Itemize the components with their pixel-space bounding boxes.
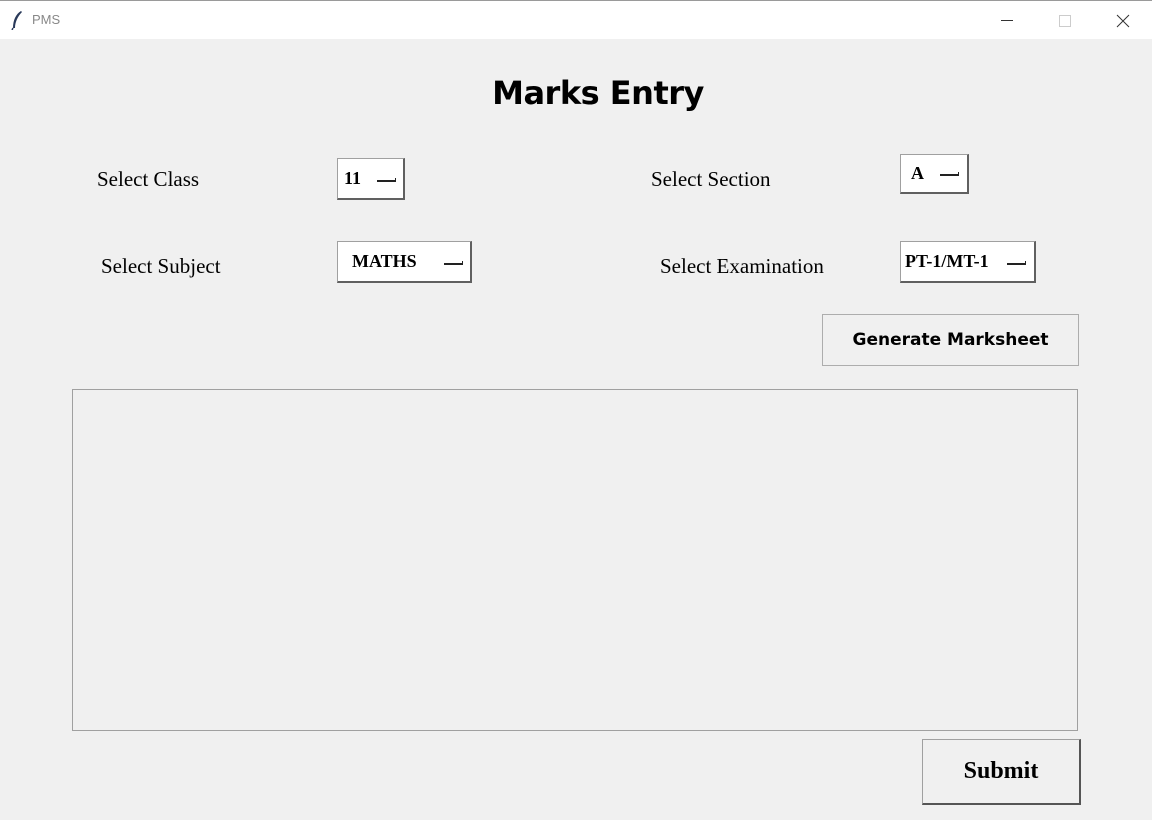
subject-select-value: MATHS [352, 251, 417, 271]
marks-entry-area[interactable] [72, 389, 1078, 731]
close-button[interactable] [1094, 1, 1152, 40]
close-icon [1116, 14, 1130, 27]
class-select[interactable]: 11 [337, 158, 405, 200]
minimize-icon [1001, 19, 1013, 21]
maximize-icon [1059, 14, 1071, 27]
dropdown-indicator-icon [1007, 261, 1026, 265]
minimize-button[interactable] [978, 1, 1036, 40]
examination-select[interactable]: PT-1/MT-1 [900, 241, 1036, 283]
maximize-button[interactable] [1036, 1, 1094, 40]
dropdown-indicator-icon [444, 261, 463, 265]
generate-marksheet-button[interactable]: Generate Marksheet [822, 314, 1079, 366]
feather-icon [11, 11, 22, 30]
section-label: Select Section [651, 167, 771, 191]
title-bar: PMS [0, 0, 1152, 39]
class-select-value: 11 [344, 168, 362, 188]
dropdown-indicator-icon [940, 172, 959, 176]
dropdown-indicator-icon [377, 178, 396, 182]
subject-select[interactable]: MATHS [337, 241, 472, 283]
page-title: Marks Entry [492, 74, 704, 112]
subject-label: Select Subject [101, 254, 221, 278]
examination-label: Select Examination [660, 254, 824, 278]
examination-select-value: PT-1/MT-1 [905, 251, 989, 271]
submit-button[interactable]: Submit [922, 739, 1081, 805]
window-title: PMS [32, 12, 61, 27]
section-select[interactable]: A [900, 154, 969, 194]
class-label: Select Class [97, 167, 200, 191]
section-select-value: A [911, 163, 924, 183]
